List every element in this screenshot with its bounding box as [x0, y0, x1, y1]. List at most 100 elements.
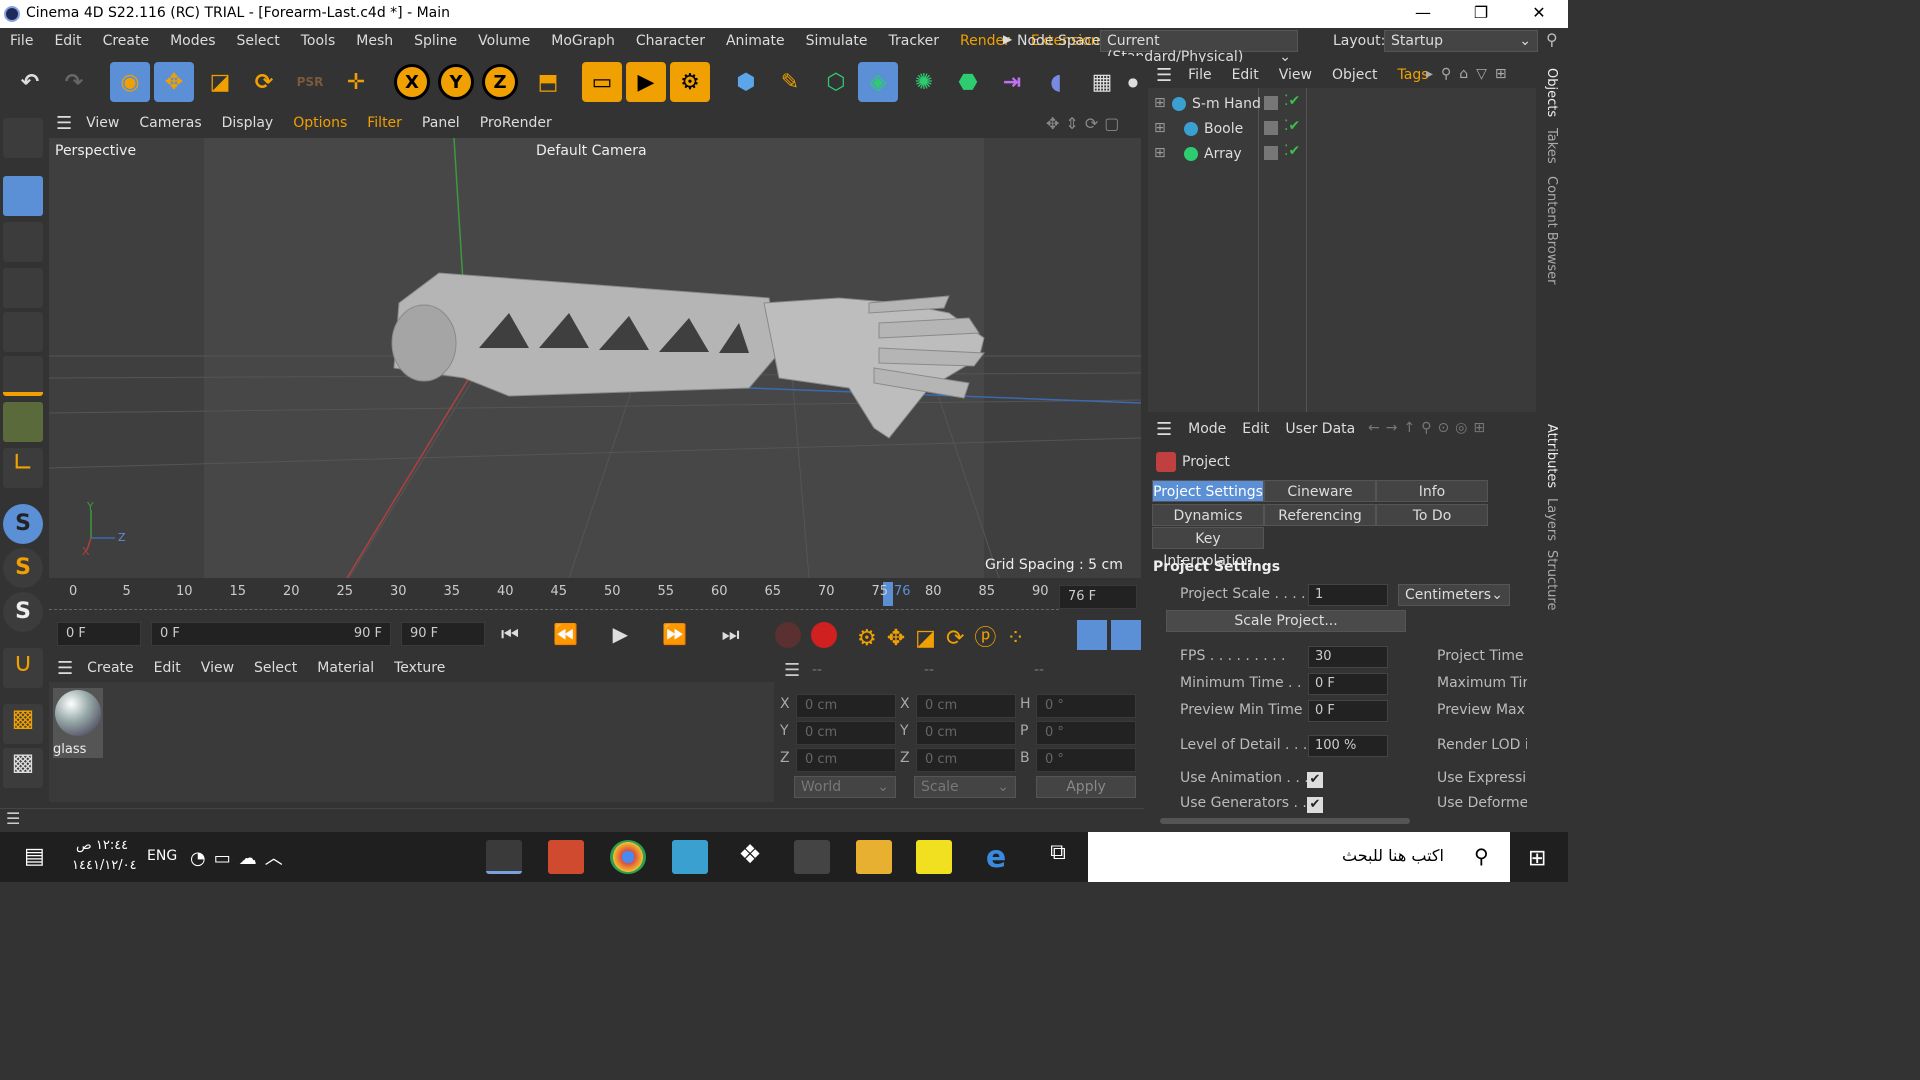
windows-start-icon[interactable]: ⊞ — [1528, 846, 1546, 871]
scale-project-button[interactable]: Scale Project... — [1166, 610, 1406, 632]
coord-value-field[interactable]: 0 cm — [796, 694, 896, 718]
redo-icon[interactable]: ↷ — [54, 62, 94, 102]
object-row[interactable]: ⊞ Boole ⁚✔ — [1152, 118, 1536, 142]
menu-tracker[interactable]: Tracker — [888, 33, 939, 49]
menu-select[interactable]: Select — [237, 33, 280, 49]
object-menu-view[interactable]: View — [1279, 67, 1312, 83]
tray-icons[interactable]: ◔▭☁︿ — [190, 844, 291, 870]
menu-volume[interactable]: Volume — [478, 33, 530, 49]
side-tab-structure[interactable]: Structure — [1544, 550, 1559, 610]
live-selection-icon[interactable]: ◉ — [110, 62, 150, 102]
attr-checkbox[interactable]: ✔ — [1307, 797, 1323, 813]
sticky-notes-icon[interactable] — [916, 840, 952, 874]
timeline-window-icon[interactable] — [1111, 620, 1141, 650]
visibility-check-icon[interactable]: ⁚✔ — [1284, 143, 1300, 159]
scale-tool-icon[interactable]: ◪ — [200, 62, 240, 102]
coord-value-field[interactable]: 0 cm — [916, 694, 1016, 718]
playback-controls[interactable]: ⏮ ⏪ ▶ ⏩ ⏭ — [501, 622, 754, 646]
menu-mograph[interactable]: MoGraph — [551, 33, 615, 49]
menu-animate[interactable]: Animate — [726, 33, 785, 49]
dropbox-icon[interactable]: ❖ — [732, 840, 768, 874]
expand-icon[interactable]: ⊞ — [1154, 120, 1166, 136]
object-menu-tags[interactable]: Tags — [1398, 67, 1429, 83]
side-tab-content-browser[interactable]: Content Browser — [1544, 176, 1559, 285]
workplane-icon[interactable]: ∟ — [3, 448, 43, 488]
3d-viewport[interactable]: Perspective Default Camera Grid Spacing … — [49, 138, 1141, 578]
object-menu-edit[interactable]: Edit — [1232, 67, 1259, 83]
hamburger-menu-icon[interactable]: ☰ — [6, 809, 20, 828]
extrude-icon[interactable]: ◈ — [858, 62, 898, 102]
attribute-nav-icons[interactable]: ←→↑⚲⊙◎⊞ — [1368, 420, 1491, 436]
coord-value-field[interactable]: 0 ° — [1036, 748, 1136, 772]
autokey-icon[interactable] — [811, 622, 837, 648]
hamburger-menu-icon[interactable]: ☰ — [56, 113, 72, 134]
project-scale-unit-dropdown[interactable]: Centimeters ⌄ — [1398, 584, 1510, 606]
material-menu-material[interactable]: Material — [317, 660, 374, 676]
texture-mode-icon[interactable] — [3, 222, 43, 262]
scene-environment-icon[interactable]: ◖ — [1036, 62, 1076, 102]
lock-y-axis-button[interactable]: Y — [438, 64, 474, 100]
pen-tool-icon[interactable]: ✎ — [770, 62, 810, 102]
world-coordinates-icon[interactable]: ⬒ — [528, 62, 568, 102]
language-indicator[interactable]: ENG — [147, 848, 177, 864]
material-menu-select[interactable]: Select — [254, 660, 297, 676]
uv-mode-icon[interactable] — [3, 402, 43, 442]
model-mode-icon[interactable] — [3, 176, 43, 216]
start-frame-field[interactable]: 0 F — [57, 622, 141, 646]
menu-tools[interactable]: Tools — [301, 33, 336, 49]
coord-value-field[interactable]: 0 ° — [1036, 721, 1136, 745]
layer-icon[interactable] — [1264, 96, 1278, 110]
task-view-icon[interactable]: ⧉ — [1040, 840, 1076, 874]
coord-value-field[interactable]: 0 cm — [796, 748, 896, 772]
expand-icon[interactable]: ⊞ — [1154, 95, 1166, 111]
tab-key-interpolation[interactable]: Key Interpolation — [1152, 527, 1264, 569]
clock-date[interactable]: ١٤٤١/١٢/٠٤ — [72, 858, 137, 873]
menu-overflow-arrow-icon[interactable]: ▶ — [1003, 32, 1012, 46]
tab-referencing[interactable]: Referencing — [1264, 504, 1376, 526]
object-row[interactable]: ⊞ Array ⁚✔ — [1152, 143, 1536, 167]
powerpoint-icon[interactable] — [548, 840, 584, 874]
menu-modes[interactable]: Modes — [170, 33, 215, 49]
menu-edit[interactable]: Edit — [54, 33, 81, 49]
attr-checkbox[interactable]: ✔ — [1307, 772, 1323, 788]
hamburger-menu-icon[interactable]: ☰ — [57, 658, 73, 679]
lock-x-axis-button[interactable]: X — [394, 64, 430, 100]
node-space-dropdown[interactable]: Current (Standard/Physical) ⌄ — [1100, 30, 1298, 65]
side-tab-objects[interactable]: Objects — [1544, 68, 1559, 117]
menu-spline[interactable]: Spline — [414, 33, 457, 49]
viewport-menu-options[interactable]: Options — [293, 115, 347, 131]
material-glass[interactable]: glass — [53, 688, 103, 758]
cube-object-icon[interactable]: ⬢ — [726, 62, 766, 102]
render-picture-viewer-icon[interactable]: ▶ — [626, 62, 666, 102]
viewport-nav-icons[interactable]: ✥⇕⟳▢ — [1046, 114, 1125, 133]
material-menu-view[interactable]: View — [201, 660, 234, 676]
tab-dynamics[interactable]: Dynamics — [1152, 504, 1264, 526]
rotate-tool-icon[interactable]: ⟳ — [244, 62, 284, 102]
close-button[interactable]: ✕ — [1510, 0, 1568, 28]
attribute-menu-mode[interactable]: Mode — [1188, 421, 1226, 437]
mograph-cubes-icon[interactable]: ⬣ — [948, 62, 988, 102]
viewport-menu-display[interactable]: Display — [222, 115, 274, 131]
side-tab-layers[interactable]: Layers — [1544, 498, 1559, 541]
sound-icon[interactable] — [1077, 620, 1107, 650]
tab-cineware[interactable]: Cineware — [1264, 480, 1376, 502]
taskbar-search-box[interactable]: اكتب هنا للبحث ⚲ — [1088, 832, 1510, 882]
coord-value-field[interactable]: 0 cm — [796, 721, 896, 745]
horizontal-scrollbar[interactable] — [1160, 818, 1410, 824]
material-menu-create[interactable]: Create — [87, 660, 134, 676]
hamburger-menu-icon[interactable]: ☰ — [1156, 419, 1172, 440]
move-tool-icon[interactable]: ✥ — [154, 62, 194, 102]
viewport-menu-cameras[interactable]: Cameras — [139, 115, 201, 131]
attribute-menu-user-data[interactable]: User Data — [1285, 421, 1355, 437]
hamburger-menu-icon[interactable]: ☰ — [1156, 65, 1172, 86]
layer-icon[interactable] — [1264, 121, 1278, 135]
attribute-menu-edit[interactable]: Edit — [1242, 421, 1269, 437]
viewport-menu-view[interactable]: View — [86, 115, 119, 131]
object-menu-object[interactable]: Object — [1332, 67, 1378, 83]
recent-tools-icon[interactable]: PSR — [290, 62, 330, 102]
subdivision-surface-icon[interactable]: ⬡ — [816, 62, 856, 102]
maximize-button[interactable]: ❐ — [1452, 0, 1510, 28]
clock-time[interactable]: ١٢:٤٤ ص — [76, 838, 128, 853]
menu-simulate[interactable]: Simulate — [806, 33, 868, 49]
store-icon[interactable] — [794, 840, 830, 874]
